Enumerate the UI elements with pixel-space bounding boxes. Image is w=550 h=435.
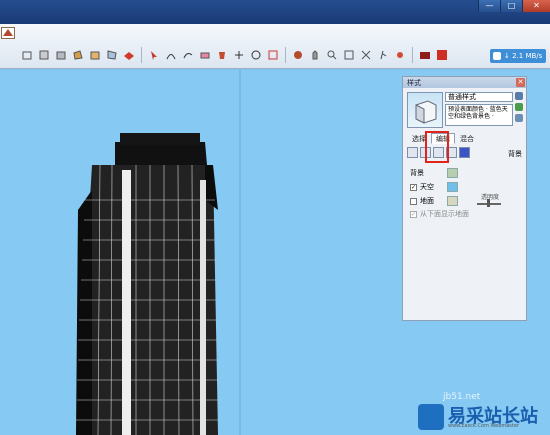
- toolbar-row-top: [0, 24, 550, 44]
- freehand-tool-icon[interactable]: [181, 48, 195, 62]
- main-toolbar: [0, 24, 550, 69]
- ground-row: 地面: [410, 196, 434, 206]
- zoom-extents-icon[interactable]: [359, 48, 373, 62]
- ground-label: 地面: [420, 197, 434, 205]
- show-ground-row: ✓ 从下面显示地面: [410, 209, 469, 219]
- front-view-icon[interactable]: [54, 48, 68, 62]
- toolbar-separator: [285, 47, 286, 63]
- zoom-tool-icon[interactable]: [325, 48, 339, 62]
- window-controls: — □ ✕: [478, 0, 550, 12]
- left-view-icon[interactable]: [105, 48, 119, 62]
- scale-tool-icon[interactable]: [266, 48, 280, 62]
- update-style-icon[interactable]: [515, 114, 523, 122]
- tray-header: 样式 ✕: [403, 77, 526, 88]
- arc-tool-icon[interactable]: [164, 48, 178, 62]
- section-label: 背景: [508, 150, 522, 158]
- edit-tab-highlight-box: [425, 131, 449, 163]
- walk-tool-icon[interactable]: [376, 48, 390, 62]
- top-view-icon[interactable]: [37, 48, 51, 62]
- sky-color-swatch[interactable]: [447, 182, 458, 192]
- transparency-label: 透明度: [481, 194, 500, 201]
- 3d-warehouse-icon[interactable]: [418, 48, 432, 62]
- title-bar: — □ ✕: [0, 0, 550, 24]
- tray-title: 样式: [407, 79, 421, 87]
- modeling-settings-icon[interactable]: [459, 147, 470, 158]
- styles-tray: 样式 ✕ 普通样式 预设表面颜色 · 蓝色天空和绿色背景色 · 选择 编辑 混合…: [402, 76, 527, 321]
- download-icon: [493, 52, 501, 60]
- background-color-swatch[interactable]: [447, 168, 458, 178]
- zoom-window-icon[interactable]: [342, 48, 356, 62]
- maximize-button[interactable]: □: [500, 0, 522, 12]
- close-button[interactable]: ✕: [522, 0, 550, 12]
- show-ground-checkbox[interactable]: ✓: [410, 210, 417, 218]
- section-plane-icon[interactable]: [122, 48, 136, 62]
- style-preview: [407, 92, 443, 128]
- paint-bucket-icon[interactable]: [215, 48, 229, 62]
- background-heading: 背景: [410, 169, 424, 177]
- back-view-icon[interactable]: [88, 48, 102, 62]
- pan-tool-icon[interactable]: [308, 48, 322, 62]
- sky-label: 天空: [420, 183, 434, 191]
- toolbar-separator: [412, 47, 413, 63]
- minimize-button[interactable]: —: [478, 0, 500, 12]
- tab-mix[interactable]: 混合: [455, 133, 479, 144]
- watermark-logo: [418, 404, 444, 430]
- orbit-tool-icon[interactable]: [291, 48, 305, 62]
- style-description-field[interactable]: 预设表面颜色 · 蓝色天空和绿色背景色 ·: [445, 104, 513, 126]
- iso-view-icon[interactable]: [20, 48, 34, 62]
- network-speed-text: ↓ 2.1 MB/s: [504, 52, 543, 60]
- watermark: 易采站长站 www.Easck.Com Webmaster: [410, 398, 550, 435]
- ground-color-swatch[interactable]: [447, 196, 458, 206]
- right-view-icon[interactable]: [71, 48, 85, 62]
- toolbar-row-tools: [20, 44, 449, 66]
- home-icon[interactable]: [515, 92, 523, 100]
- network-speed-badge: ↓ 2.1 MB/s: [490, 49, 546, 63]
- watermark-subtext: www.Easck.Com Webmaster: [448, 423, 520, 429]
- tray-side-icons: [515, 92, 525, 125]
- sky-checkbox[interactable]: ✓: [410, 183, 417, 191]
- sky-row: ✓ 天空: [410, 182, 434, 192]
- create-style-icon[interactable]: [515, 103, 523, 111]
- tray-close-icon[interactable]: ✕: [516, 78, 525, 87]
- select-tool-icon[interactable]: [147, 48, 161, 62]
- edge-settings-icon[interactable]: [407, 147, 418, 158]
- transparency-slider-knob[interactable]: [487, 199, 490, 207]
- style-name-field[interactable]: 普通样式: [445, 92, 513, 102]
- sketchup-logo-icon[interactable]: [1, 27, 15, 39]
- ground-checkbox[interactable]: [410, 197, 417, 205]
- rotate-tool-icon[interactable]: [249, 48, 263, 62]
- move-tool-icon[interactable]: [232, 48, 246, 62]
- eraser-tool-icon[interactable]: [198, 48, 212, 62]
- show-ground-label: 从下面显示地面: [420, 210, 469, 218]
- position-camera-icon[interactable]: [393, 48, 407, 62]
- toolbar-separator: [141, 47, 142, 63]
- extension-warehouse-icon[interactable]: [435, 48, 449, 62]
